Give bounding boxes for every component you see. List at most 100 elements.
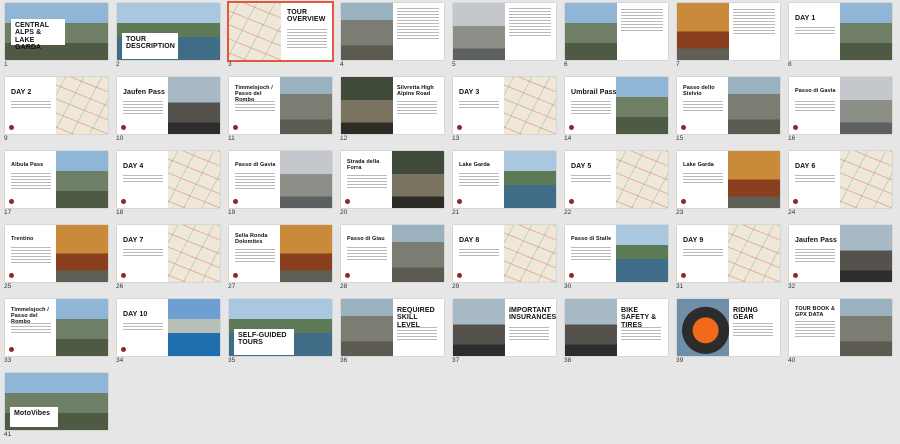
text-lines (459, 173, 499, 188)
slide-number: 11 (228, 135, 235, 142)
slide-thumbnail[interactable]: MotoVibes 41 (0, 370, 110, 442)
slide-title: CENTRAL ALPS & LAKE GARDA (15, 22, 50, 52)
slide-thumbnail[interactable]: Trentino 25 (0, 222, 110, 294)
slide-map (728, 225, 780, 282)
slide-title: Albula Pass (11, 162, 44, 168)
text-lines (795, 249, 835, 264)
slide-thumbnail[interactable]: Passo di Gavia 16 (784, 74, 894, 146)
slide-thumbnail[interactable]: DAY 9 31 (672, 222, 782, 294)
slide-thumbnail[interactable]: BIKE SAFETY & TIRES 38 (560, 296, 670, 368)
slide-thumbnail[interactable]: DAY 10 34 (112, 296, 222, 368)
slide-canvas (453, 3, 556, 60)
brand-logo-icon (569, 199, 574, 204)
slide-thumbnail[interactable]: 6 (560, 0, 670, 72)
slide-number: 26 (116, 283, 124, 290)
slide-number: 38 (564, 357, 572, 364)
slide-thumbnail[interactable]: CENTRAL ALPS & LAKE GARDA 1 (0, 0, 110, 72)
slide-thumbnail[interactable]: Lake Garda 21 (448, 148, 558, 220)
slide-sorter-grid: CENTRAL ALPS & LAKE GARDA 1 TOUR DESCRIP… (0, 0, 900, 444)
slide-thumbnail[interactable]: DAY 1 8 (784, 0, 894, 72)
slide-thumbnail[interactable]: Sella Ronda Dolomites 27 (224, 222, 334, 294)
brand-logo-icon (233, 125, 238, 130)
slide-number: 34 (116, 357, 124, 364)
brand-logo-icon (345, 199, 350, 204)
slide-thumbnail[interactable]: RIDING GEAR 39 (672, 296, 782, 368)
slide-thumbnail[interactable]: Timmelsjoch / Passo del Rombo 33 (0, 296, 110, 368)
slide-map (504, 77, 556, 134)
slide-thumbnail[interactable]: DAY 5 22 (560, 148, 670, 220)
slide-thumbnail[interactable]: TOUR BOOK & GPX DATA 40 (784, 296, 894, 368)
slide-thumbnail[interactable]: REQUIRED SKILL LEVEL 36 (336, 296, 446, 368)
slide-thumbnail[interactable]: Jaufen Pass 10 (112, 74, 222, 146)
slide-photo (341, 3, 393, 60)
slide-thumbnail[interactable]: DAY 6 24 (784, 148, 894, 220)
slide-photo (392, 151, 444, 208)
slide-title: Passo di Gavia (795, 88, 836, 94)
slide-thumbnail[interactable]: 7 (672, 0, 782, 72)
slide-thumbnail[interactable]: DAY 3 13 (448, 74, 558, 146)
brand-logo-icon (121, 125, 126, 130)
text-lines (795, 101, 835, 113)
slide-canvas: Sella Ronda Dolomites (229, 225, 332, 282)
text-lines (347, 175, 387, 190)
slide-title: Jaufen Pass (795, 237, 837, 244)
slide-thumbnail[interactable]: Passo di Giau 28 (336, 222, 446, 294)
slide-photo (168, 299, 220, 356)
slide-canvas: Albula Pass (5, 151, 108, 208)
brand-logo-icon (569, 273, 574, 278)
slide-thumbnail[interactable]: Passo di Stalle 30 (560, 222, 670, 294)
slide-map (840, 151, 892, 208)
slide-photo (56, 151, 108, 208)
slide-thumbnail[interactable]: 4 (336, 0, 446, 72)
slide-thumbnail[interactable]: TOUR OVERVIEW 3 (224, 0, 334, 72)
slide-thumbnail[interactable]: DAY 2 9 (0, 74, 110, 146)
slide-thumbnail[interactable]: Umbrail Pass 14 (560, 74, 670, 146)
slide-number: 9 (4, 135, 8, 142)
slide-canvas: DAY 8 (453, 225, 556, 282)
text-lines (235, 249, 275, 264)
slide-canvas: DAY 1 (789, 3, 892, 60)
slide-number: 20 (340, 209, 348, 216)
slide-thumbnail[interactable]: Strada della Forra 20 (336, 148, 446, 220)
slide-canvas: BIKE SAFETY & TIRES (565, 299, 668, 356)
slide-thumbnail[interactable]: IMPORTANT INSURANCES 37 (448, 296, 558, 368)
slide-title: Lake Garda (459, 162, 490, 168)
slide-photo (453, 3, 505, 60)
slide-thumbnail[interactable]: Passo di Gavia 19 (224, 148, 334, 220)
title-box: SELF-GUIDED TOURS (234, 329, 294, 355)
slide-title: Silvretta High Alpine Road (397, 85, 434, 97)
slide-title: Sella Ronda Dolomites (235, 233, 268, 245)
slide-thumbnail[interactable]: Jaufen Pass 32 (784, 222, 894, 294)
slide-thumbnail[interactable]: DAY 8 29 (448, 222, 558, 294)
slide-thumbnail[interactable]: 5 (448, 0, 558, 72)
text-lines (11, 323, 51, 335)
slide-thumbnail[interactable]: Silvretta High Alpine Road 12 (336, 74, 446, 146)
slide-number: 18 (116, 209, 124, 216)
slide-thumbnail[interactable]: Lake Garda 23 (672, 148, 782, 220)
slide-canvas: IMPORTANT INSURANCES (453, 299, 556, 356)
slide-thumbnail[interactable]: Albula Pass 17 (0, 148, 110, 220)
slide-title: TOUR DESCRIPTION (126, 36, 175, 51)
slide-canvas: Trentino (5, 225, 108, 282)
slide-thumbnail[interactable]: SELF-GUIDED TOURS 35 (224, 296, 334, 368)
text-lines (459, 101, 499, 110)
text-lines (795, 321, 835, 339)
text-lines (571, 101, 611, 116)
slide-canvas: TOUR OVERVIEW (227, 1, 334, 62)
slide-thumbnail[interactable]: DAY 7 26 (112, 222, 222, 294)
slide-thumbnail[interactable]: TOUR DESCRIPTION 2 (112, 0, 222, 72)
text-lines (683, 173, 723, 185)
slide-title: Lake Garda (683, 162, 714, 168)
slide-thumbnail[interactable]: Passo dello Stelvio 15 (672, 74, 782, 146)
brand-logo-icon (345, 273, 350, 278)
slide-thumbnail[interactable]: Timmelsjoch / Passo del Rombo 11 (224, 74, 334, 146)
text-lines (733, 323, 773, 338)
slide-title: DAY 6 (795, 163, 816, 170)
slide-canvas: REQUIRED SKILL LEVEL (341, 299, 444, 356)
text-lines (11, 173, 51, 191)
slide-title: DAY 7 (123, 237, 144, 244)
slide-title: DAY 2 (11, 89, 32, 96)
slide-thumbnail[interactable]: DAY 4 18 (112, 148, 222, 220)
brand-logo-icon (681, 125, 686, 130)
slide-number: 35 (228, 357, 236, 364)
